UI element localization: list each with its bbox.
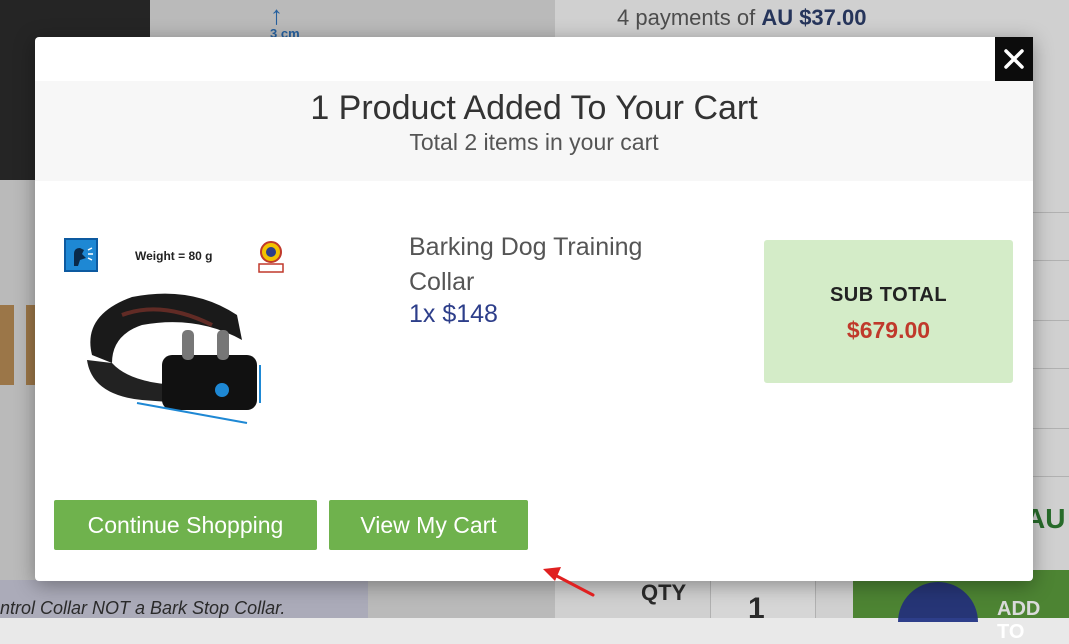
electronic-badge-icon — [64, 238, 98, 272]
continue-shopping-button[interactable]: Continue Shopping — [54, 500, 317, 550]
product-name[interactable]: Barking Dog Training Collar — [409, 230, 689, 300]
annotation-arrow-icon — [543, 567, 595, 597]
close-button[interactable] — [995, 37, 1033, 81]
modal-subtitle: Total 2 items in your cart — [409, 129, 659, 155]
modal-title: 1 Product Added To Your Cart — [310, 89, 758, 127]
close-icon — [1004, 49, 1024, 69]
subtotal-label: SUB TOTAL — [829, 284, 948, 306]
subtotal-box: SUB TOTAL $679.00 — [764, 240, 1013, 383]
weight-label: Weight = 80 g — [135, 249, 213, 263]
collar-image — [87, 293, 261, 424]
dog-line-logo — [255, 236, 287, 274]
product-quantity-price: 1x $148 — [409, 300, 498, 328]
modal-header: 1 Product Added To Your Cart Total 2 ite… — [35, 81, 1033, 181]
view-cart-button[interactable]: View My Cart — [329, 500, 528, 550]
cart-added-modal: 1 Product Added To Your Cart Total 2 ite… — [35, 37, 1033, 597]
subtotal-value: $679.00 — [846, 317, 931, 343]
product-thumbnail: Weight = 80 g — [62, 230, 312, 445]
